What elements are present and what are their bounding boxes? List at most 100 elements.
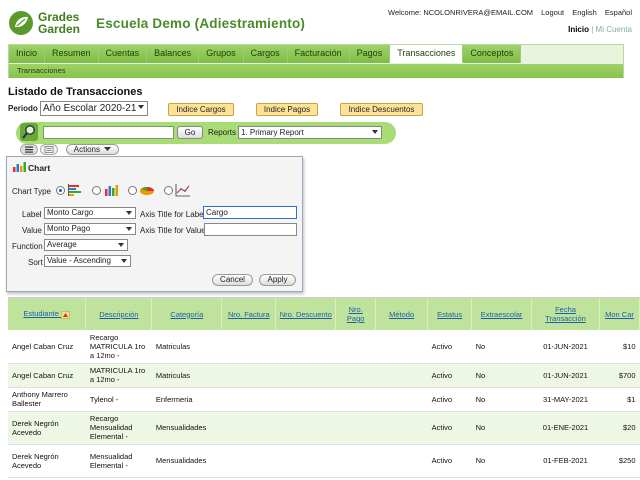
tab-cuentas[interactable]: Cuentas <box>98 45 148 63</box>
indice-descuentos-button[interactable]: Indice Descuentos <box>340 103 423 116</box>
cell-extraescolar: No <box>471 330 532 364</box>
cell-nro-pago <box>335 387 376 412</box>
chart-view-button[interactable] <box>40 144 58 155</box>
indice-pagos-button[interactable]: Indice Pagos <box>256 103 318 116</box>
tab-cargos[interactable]: Cargos <box>243 45 288 63</box>
col-header-nro-factura[interactable]: Nro. Factura <box>221 298 277 330</box>
actions-menu-button[interactable]: Actions <box>66 144 119 155</box>
cell-nro-pago <box>335 444 376 478</box>
axis-title-label-input[interactable]: Cargo <box>203 206 297 219</box>
table-header-row: Estudiante Descripción Categoría Nro. Fa… <box>8 298 640 330</box>
chart-type-pie-radio[interactable] <box>128 186 137 195</box>
cell-estatus: Activo <box>427 330 472 364</box>
cell-metodo <box>375 363 428 388</box>
cell-nro-factura <box>221 363 276 388</box>
axis-title-value-input[interactable] <box>204 223 297 236</box>
col-header-monto-cargo[interactable]: Mon Car <box>599 298 640 330</box>
go-button[interactable]: Go <box>177 126 203 139</box>
transactions-table: Estudiante Descripción Categoría Nro. Fa… <box>8 298 640 478</box>
cell-descripcion: Recargo Mensualidad Elemental - <box>85 411 152 445</box>
horizontal-bar-chart-icon <box>68 184 81 196</box>
english-link[interactable]: English <box>572 8 597 17</box>
col-header-estudiante[interactable]: Estudiante <box>8 298 87 330</box>
mode-mi-cuenta-link[interactable]: Mi Cuenta <box>596 25 632 34</box>
col-header-nro-pago[interactable]: Nro. Pago <box>335 298 377 330</box>
chart-type-line-radio[interactable] <box>164 186 173 195</box>
cell-extraescolar: No <box>471 387 532 412</box>
cell-nro-descuento <box>275 363 336 388</box>
table-row[interactable]: Derek Negrón Acevedo Recargo Mensualidad… <box>8 411 640 445</box>
value-field-label: Value <box>22 226 42 235</box>
mode-inicio-link[interactable]: Inicio <box>568 25 589 34</box>
apply-button[interactable]: Apply <box>259 274 296 286</box>
chart-view-icon <box>44 146 54 153</box>
col-header-estatus[interactable]: Estatus <box>427 298 473 330</box>
chevron-down-icon <box>126 211 132 215</box>
main-nav: Inicio Resumen Cuentas Balances Grupos C… <box>8 44 624 78</box>
cancel-button[interactable]: Cancel <box>212 274 253 286</box>
nav-tabs: Inicio Resumen Cuentas Balances Grupos C… <box>9 45 522 63</box>
sort-up-icon[interactable] <box>60 310 71 319</box>
tab-pagos[interactable]: Pagos <box>349 45 391 63</box>
periodo-select[interactable]: Año Escolar 2020-21 <box>40 101 148 116</box>
col-header-categoria[interactable]: Categoría <box>151 298 223 330</box>
tab-conceptos[interactable]: Conceptos <box>463 45 522 63</box>
tab-facturacion[interactable]: Facturación <box>287 45 350 63</box>
sort-select[interactable]: Value - Ascending <box>44 255 131 267</box>
reports-select-value: 1. Primary Report <box>241 128 304 137</box>
tab-grupos[interactable]: Grupos <box>199 45 244 63</box>
logo-leaf-icon <box>9 11 33 35</box>
col-header-extraescolar[interactable]: Extraescolar <box>471 298 533 330</box>
grid-view-button[interactable] <box>20 144 38 155</box>
tab-inicio[interactable]: Inicio <box>9 45 46 63</box>
espanol-link[interactable]: Español <box>605 8 632 17</box>
chart-type-horizontal-bar-radio[interactable] <box>56 186 65 195</box>
chart-type-label: Chart Type <box>12 187 51 196</box>
cell-fecha: 01-ENE-2021 <box>531 411 600 445</box>
function-select[interactable]: Average <box>44 239 128 251</box>
reports-select[interactable]: 1. Primary Report <box>238 126 382 139</box>
indice-cargos-button[interactable]: Indice Cargos <box>168 103 234 116</box>
logout-link[interactable]: Logout <box>541 8 564 17</box>
grades-garden-logo[interactable]: Grades Garden <box>8 10 98 38</box>
col-header-nro-descuento[interactable]: Nro. Descuento <box>275 298 337 330</box>
cell-estudiante: Angel Caban Cruz <box>8 330 86 364</box>
table-row[interactable]: Angel Caban Cruz Recargo MATRICULA 1ro a… <box>8 330 640 364</box>
search-input[interactable] <box>43 126 174 139</box>
search-icon[interactable] <box>20 123 38 141</box>
table-row[interactable]: Derek Negrón Acevedo Mensualidad Element… <box>8 444 640 478</box>
table-row[interactable]: Angel Caban Cruz MATRICULA 1ro a 12mo - … <box>8 363 640 388</box>
chart-type-vertical-bar-radio[interactable] <box>92 186 101 195</box>
chevron-down-icon <box>138 105 144 109</box>
page-title: Listado de Transacciones <box>8 86 143 98</box>
tab-balances[interactable]: Balances <box>147 45 200 63</box>
cell-metodo <box>375 444 428 478</box>
table-row[interactable]: Anthony Marrero Ballester Tylenol - Enfe… <box>8 387 640 412</box>
label-select[interactable]: Monto Cargo <box>44 207 136 219</box>
cell-nro-pago <box>335 411 376 445</box>
cell-fecha: 01-JUN-2021 <box>531 330 600 364</box>
cell-monto: $1 <box>599 387 640 412</box>
tab-resumen[interactable]: Resumen <box>45 45 99 63</box>
cell-extraescolar: No <box>471 444 532 478</box>
value-select[interactable]: Monto Pago <box>44 223 136 235</box>
col-header-fecha-transaccion[interactable]: Fecha Transacción <box>531 298 600 330</box>
cell-nro-pago <box>335 330 376 364</box>
sort-select-value: Value - Ascending <box>47 256 111 265</box>
col-header-metodo[interactable]: Método <box>375 298 429 330</box>
actions-label: Actions <box>73 145 100 154</box>
cell-nro-factura <box>221 444 276 478</box>
cell-categoria: Matriculas <box>151 363 222 388</box>
function-select-value: Average <box>47 240 77 249</box>
tab-transacciones[interactable]: Transacciones <box>390 45 464 63</box>
cell-estudiante: Derek Negrón Acevedo <box>8 444 86 478</box>
cell-fecha: 31-MAY-2021 <box>531 387 600 412</box>
chevron-down-icon <box>104 147 112 151</box>
col-header-descripcion[interactable]: Descripción <box>85 298 153 330</box>
cell-fecha: 01-FEB-2021 <box>531 444 600 478</box>
cell-estudiante: Angel Caban Cruz <box>8 363 86 388</box>
cell-metodo <box>375 330 428 364</box>
grid-view-icon <box>25 146 33 153</box>
subnav-item-transacciones[interactable]: Transacciones <box>17 66 66 75</box>
pie-chart-icon <box>140 187 154 195</box>
